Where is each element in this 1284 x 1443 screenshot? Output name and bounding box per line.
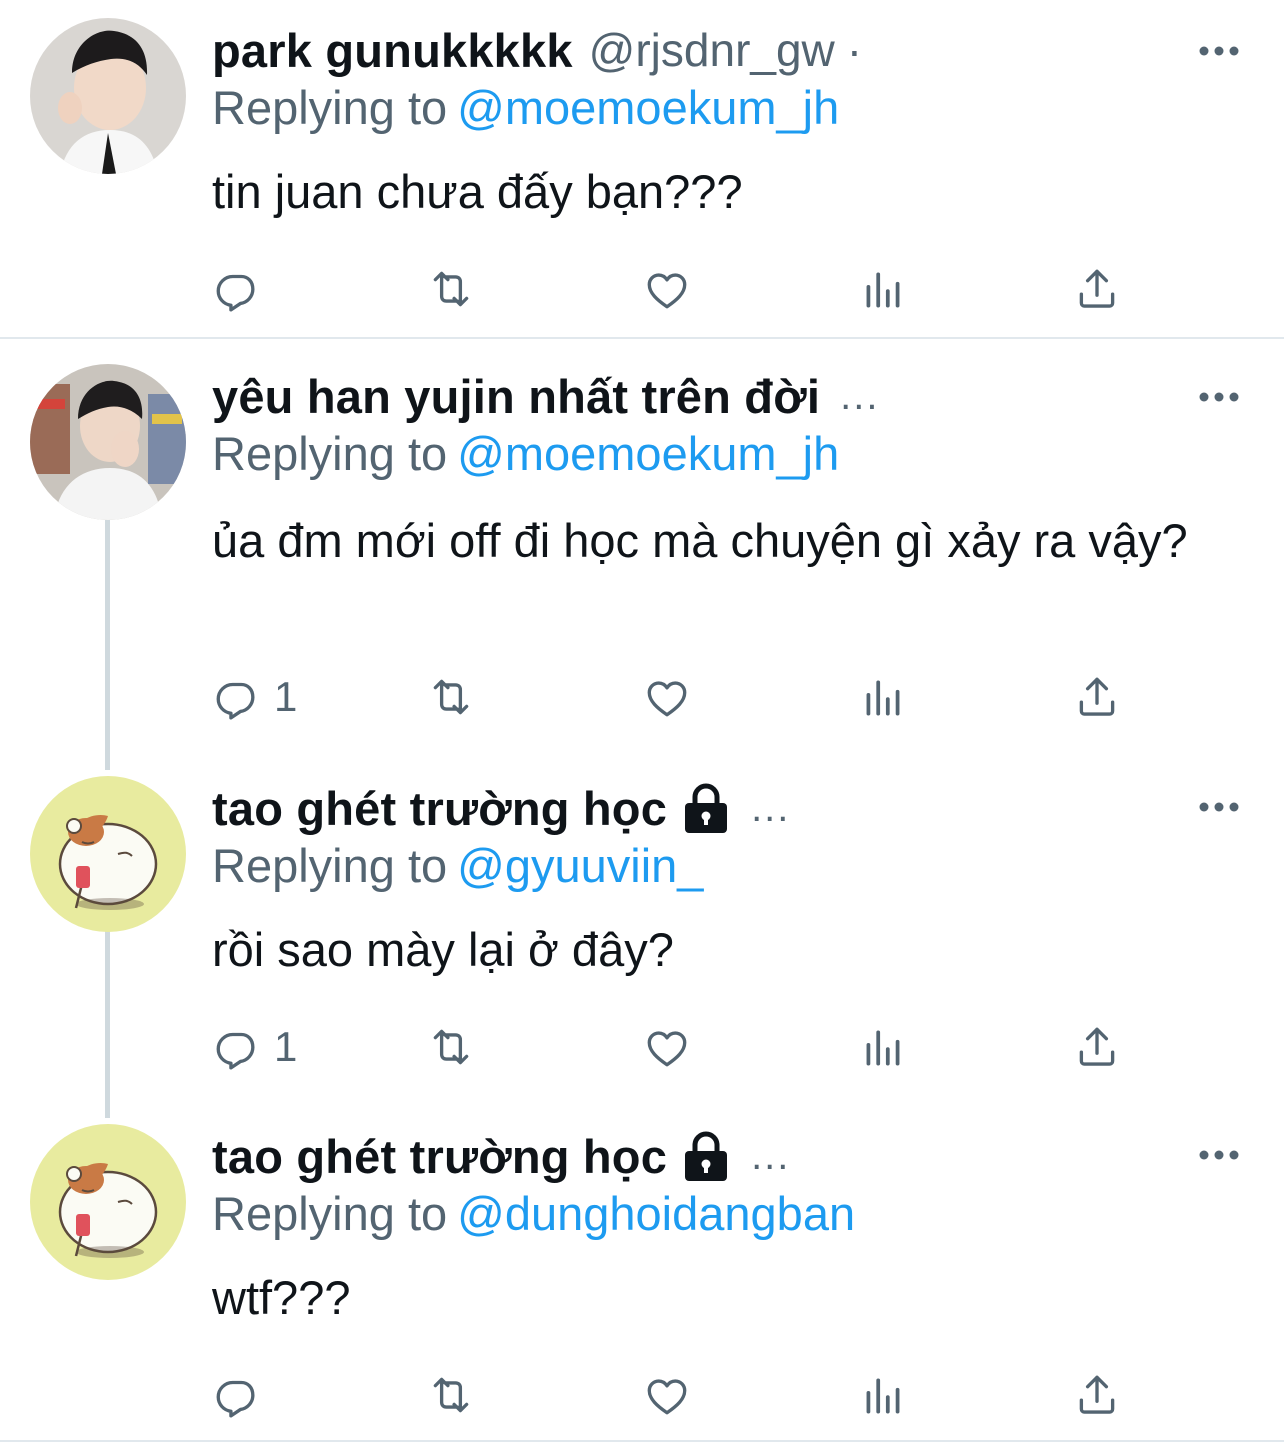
divider [0,1440,1284,1442]
tweet-actions: 1 [212,1020,1132,1074]
heart-icon [642,1022,692,1072]
like-button[interactable] [642,1368,692,1422]
views-button[interactable] [858,1020,908,1074]
user-photo-avatar-icon [30,18,186,174]
views-icon [858,672,908,722]
avatar[interactable] [30,18,186,174]
tweet-actions: 1 [212,670,1132,724]
tweet-actions [212,262,1132,316]
tweet-actions [212,1368,1132,1422]
replying-to: Replying to @dunghoidangban [212,1186,855,1241]
lock-icon [681,1130,731,1182]
separator-dot: · [846,24,863,76]
heart-icon [642,264,692,314]
name-ellipsis: ... [751,1133,791,1178]
like-button[interactable] [642,262,692,316]
retweet-icon [426,672,476,722]
thread-line [105,520,110,770]
share-icon [1072,264,1122,314]
more-options-icon[interactable] [1198,44,1240,58]
tweet-text: ủa đm mới off đi học mà chuyện gì xảy ra… [212,514,1188,567]
avatar[interactable] [30,776,186,932]
retweet-icon [426,1022,476,1072]
tweet-header: tao ghét trường học ... [212,778,790,838]
like-button[interactable] [642,1020,692,1074]
views-button[interactable] [858,1368,908,1422]
share-icon [1072,1022,1122,1072]
share-icon [1072,1370,1122,1420]
more-options-icon[interactable] [1198,390,1240,404]
retweet-button[interactable] [426,1368,476,1422]
heart-icon [642,1370,692,1420]
hamster-avatar-icon [30,776,186,932]
more-options-icon[interactable] [1198,1148,1240,1162]
display-name[interactable]: tao ghét trường học [212,1129,667,1184]
views-icon [858,264,908,314]
tweet-header: park gunukkkkk @rjsdnr_gw · [212,20,862,80]
tweet-text: rồi sao mày lại ở đây? [212,923,674,976]
name-ellipsis: ... [840,373,880,418]
reply-icon [212,672,262,722]
mention-link[interactable]: @moemoekum_jh [457,81,839,134]
mention-link[interactable]: @moemoekum_jh [457,427,839,480]
views-icon [858,1022,908,1072]
reply-button[interactable] [212,262,274,316]
views-button[interactable] [858,670,908,724]
hamster-avatar-icon [30,1124,186,1280]
display-name[interactable]: yêu han yujin nhất trên đời [212,369,820,424]
share-button[interactable] [1072,670,1122,724]
more-options-icon[interactable] [1198,800,1240,814]
divider [0,337,1284,339]
reply-button[interactable]: 1 [212,670,297,724]
lock-icon [681,782,731,834]
mention-link[interactable]: @gyuuviin_ [457,839,703,892]
user-photo-avatar-icon [30,364,186,520]
thread-line [105,930,110,1118]
replying-to: Replying to @gyuuviin_ [212,838,703,893]
reply-count: 1 [274,673,298,720]
replying-to: Replying to @moemoekum_jh [212,426,839,481]
avatar[interactable] [30,1124,186,1280]
name-ellipsis: ... [751,785,791,830]
replying-label: Replying to [212,1187,448,1240]
reply-icon [212,1022,262,1072]
views-icon [858,1370,908,1420]
share-icon [1072,672,1122,722]
replying-label: Replying to [212,839,448,892]
share-button[interactable] [1072,1020,1122,1074]
like-button[interactable] [642,670,692,724]
reply-icon [212,1370,262,1420]
tweet-text: tin juan chưa đấy bạn??? [212,165,743,218]
replying-label: Replying to [212,427,448,480]
retweet-icon [426,1370,476,1420]
heart-icon [642,672,692,722]
retweet-button[interactable] [426,670,476,724]
retweet-button[interactable] [426,1020,476,1074]
avatar[interactable] [30,364,186,520]
replying-to: Replying to @moemoekum_jh [212,80,839,135]
display-name[interactable]: park gunukkkkk [212,23,573,78]
share-button[interactable] [1072,1368,1122,1422]
retweet-icon [426,264,476,314]
tweet-header: tao ghét trường học ... [212,1126,790,1186]
reply-count: 1 [274,1023,298,1070]
share-button[interactable] [1072,262,1122,316]
replying-label: Replying to [212,81,448,134]
views-button[interactable] [858,262,908,316]
tweet-header: yêu han yujin nhất trên đời ... [212,366,879,426]
reply-button[interactable]: 1 [212,1020,297,1074]
mention-link[interactable]: @dunghoidangban [457,1187,855,1240]
reply-button[interactable] [212,1368,274,1422]
display-name[interactable]: tao ghét trường học [212,781,667,836]
retweet-button[interactable] [426,262,476,316]
tweet-text: wtf??? [212,1271,351,1324]
reply-icon [212,264,262,314]
handle[interactable]: @rjsdnr_gw [589,23,835,77]
